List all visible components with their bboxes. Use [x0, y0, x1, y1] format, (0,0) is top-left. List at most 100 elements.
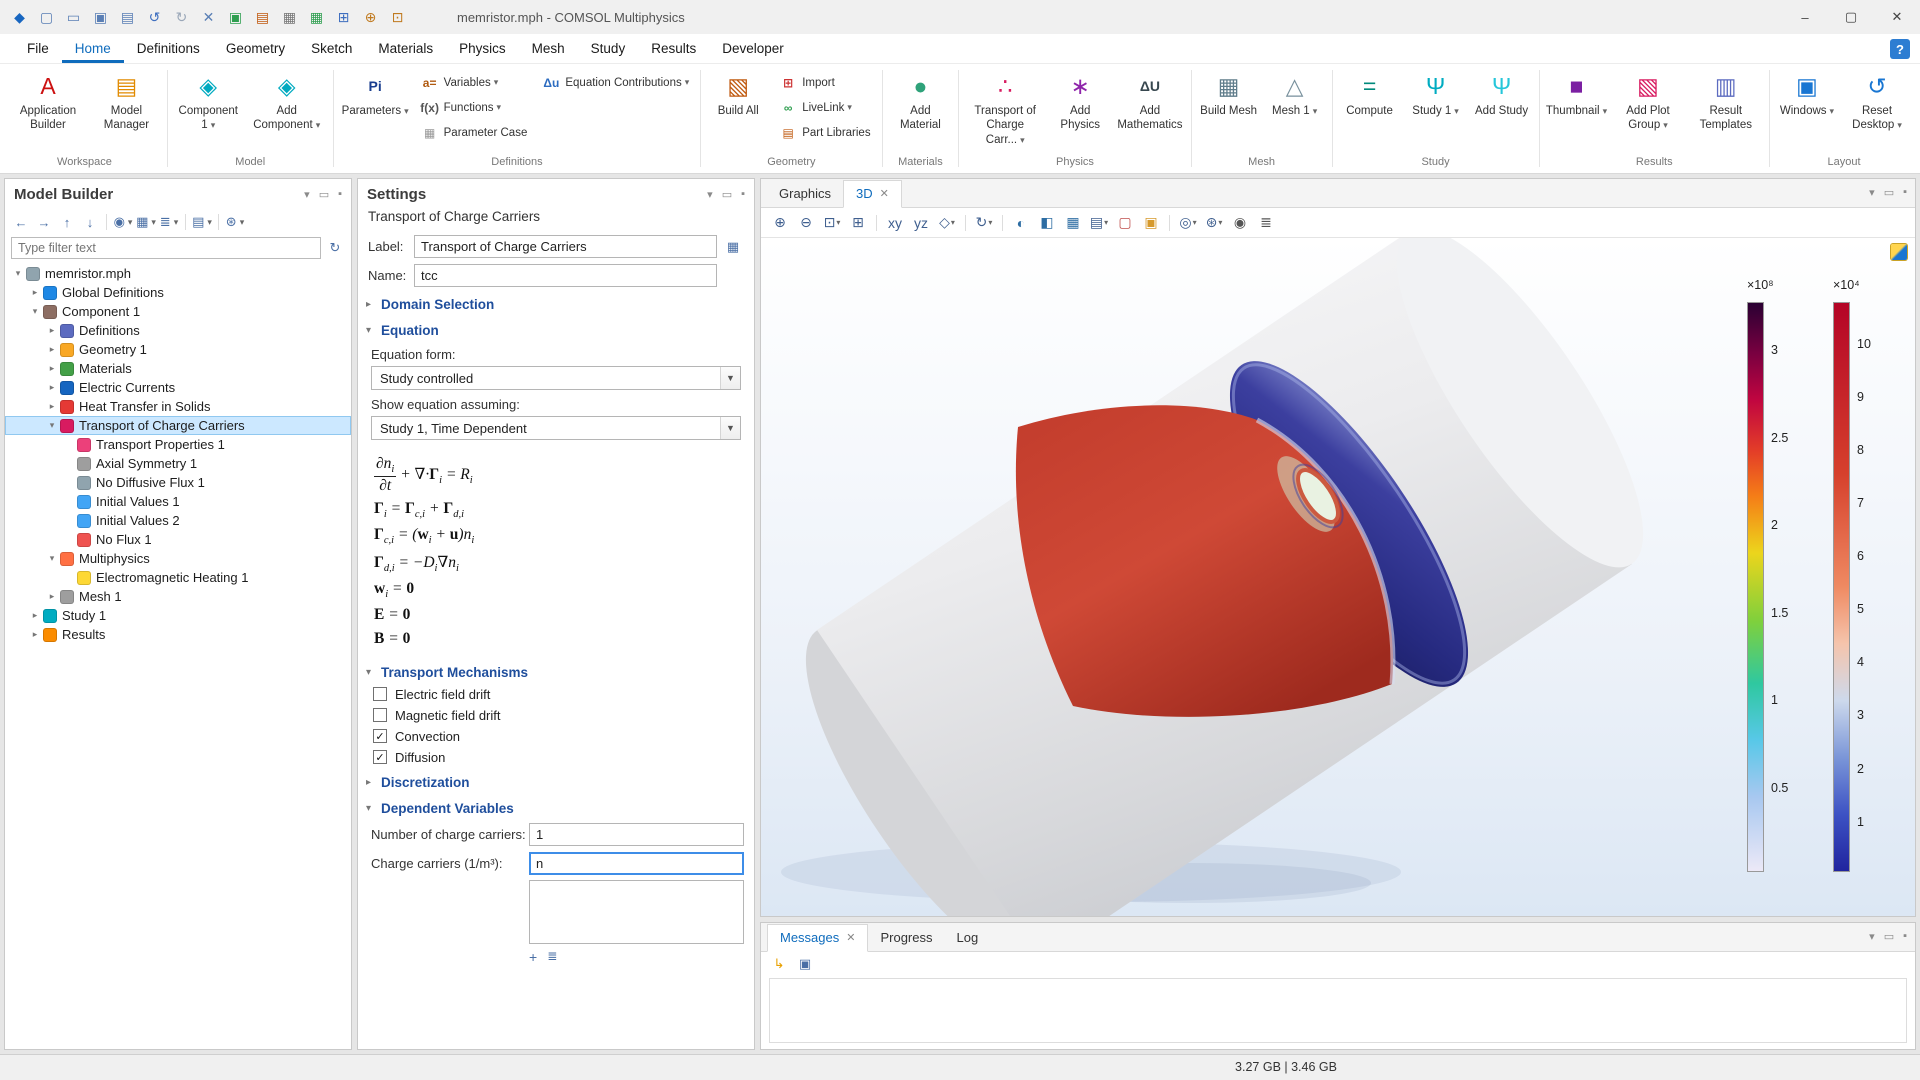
- tree-item-component-1[interactable]: ▾Component 1: [5, 302, 351, 321]
- undo-icon[interactable]: ↺: [141, 4, 168, 30]
- paste-icon[interactable]: ▤: [249, 4, 276, 30]
- section-discretization[interactable]: ▸ Discretization: [358, 768, 754, 794]
- cut-icon[interactable]: ✕: [195, 4, 222, 30]
- ribbon-thumbnail-button[interactable]: ■Thumbnail▾: [1543, 66, 1609, 156]
- environment-icon[interactable]: ◧: [1036, 212, 1058, 234]
- ribbon-equation-contributions-button[interactable]: ΔuEquation Contributions▾: [534, 70, 696, 95]
- back-icon[interactable]: ←: [11, 212, 31, 232]
- plot-corner-icon[interactable]: [1891, 244, 1907, 260]
- pin-panel-icon[interactable]: ▪: [1903, 186, 1907, 199]
- comsol-logo-icon[interactable]: ◆: [6, 4, 33, 30]
- move-up-icon[interactable]: ↑: [57, 212, 77, 232]
- tree-expand-icon[interactable]: ▸: [45, 363, 59, 374]
- section-domain-selection[interactable]: ▸ Domain Selection: [358, 290, 754, 316]
- tree-item-electric-currents[interactable]: ▸Electric Currents: [5, 378, 351, 397]
- maximize-button[interactable]: ▢: [1828, 0, 1874, 34]
- section-transport-mechanisms[interactable]: ▾ Transport Mechanisms: [358, 658, 754, 684]
- copy-icon[interactable]: ▣: [222, 4, 249, 30]
- ribbon-tab-materials[interactable]: Materials: [365, 34, 446, 63]
- ribbon-result-templates-button[interactable]: ▥Result Templates: [1687, 66, 1766, 156]
- ribbon-add-physics-button[interactable]: ∗Add Physics: [1047, 66, 1113, 156]
- ribbon-application-builder-button[interactable]: AApplication Builder: [6, 66, 90, 156]
- tree-expand-icon[interactable]: ▸: [45, 325, 59, 336]
- tree-expand-icon[interactable]: ▸: [45, 591, 59, 602]
- tab-progress[interactable]: Progress: [868, 925, 944, 951]
- grid-icon[interactable]: ⊞: [330, 4, 357, 30]
- tree-item-global-definitions[interactable]: ▸Global Definitions: [5, 283, 351, 302]
- close-button[interactable]: ✕: [1874, 0, 1920, 34]
- tree-item-no-diffusive-flux-1[interactable]: No Diffusive Flux 1: [5, 473, 351, 492]
- float-panel-icon[interactable]: ▭: [319, 188, 329, 201]
- tree-item-heat-transfer-in-solids[interactable]: ▸Heat Transfer in Solids: [5, 397, 351, 416]
- tree-collapse-icon[interactable]: ▾: [11, 268, 25, 279]
- label-input[interactable]: [414, 235, 717, 258]
- tree-item-memristor-mph[interactable]: ▾memristor.mph: [5, 264, 351, 283]
- ribbon-tab-physics[interactable]: Physics: [446, 34, 519, 63]
- tree-item-initial-values-2[interactable]: Initial Values 2: [5, 511, 351, 530]
- ribbon-parameters-button[interactable]: PiParameters▾: [338, 66, 413, 156]
- zoom-fit-icon[interactable]: ⊡: [384, 4, 411, 30]
- ribbon-compute-button[interactable]: =Compute: [1337, 66, 1403, 156]
- 3d-scene[interactable]: [761, 238, 1915, 916]
- ribbon-add-material-button[interactable]: ●Add Material: [887, 66, 955, 156]
- checkbox-unchecked[interactable]: [373, 687, 387, 701]
- go-to-source-icon[interactable]: ↳: [769, 954, 789, 974]
- save-icon[interactable]: ▣: [87, 4, 114, 30]
- redo-icon[interactable]: ↻: [168, 4, 195, 30]
- tree-item-transport-properties-1[interactable]: Transport Properties 1: [5, 435, 351, 454]
- ribbon-variables-button[interactable]: a=Variables▾: [413, 70, 535, 95]
- tree-expand-icon[interactable]: ▸: [28, 610, 42, 621]
- ribbon-tab-geometry[interactable]: Geometry: [213, 34, 298, 63]
- panel-menu-icon[interactable]: ▾: [707, 188, 713, 201]
- ribbon-parameter-case-button[interactable]: ▦Parameter Case: [413, 120, 535, 145]
- go-to-yz-view-icon[interactable]: yz: [910, 212, 932, 234]
- tree-expand-icon[interactable]: ▸: [28, 287, 42, 298]
- copy-text-icon[interactable]: ▣: [795, 954, 815, 974]
- panel-menu-icon[interactable]: ▾: [304, 188, 310, 201]
- ribbon-part-libraries-button[interactable]: ▤Part Libraries: [771, 120, 877, 145]
- tree-item-multiphysics[interactable]: ▾Multiphysics: [5, 549, 351, 568]
- scene-light-icon[interactable]: ◐: [1010, 212, 1032, 234]
- tree-item-electromagnetic-heating-1[interactable]: Electromagnetic Heating 1: [5, 568, 351, 587]
- ribbon-mesh-1-button[interactable]: △Mesh 1▾: [1262, 66, 1328, 156]
- ribbon-add-study-button[interactable]: ΨAdd Study: [1469, 66, 1535, 156]
- show-icon[interactable]: ◉▾: [113, 212, 133, 232]
- float-panel-icon[interactable]: ▭: [722, 188, 732, 201]
- refresh-plot-icon[interactable]: ↻▾: [973, 212, 995, 234]
- collapse-tree-icon[interactable]: ▦▾: [136, 212, 156, 232]
- filter-input[interactable]: [11, 237, 321, 259]
- equation-form-select[interactable]: Study controlled ▼: [371, 366, 741, 390]
- num-carriers-input[interactable]: [529, 823, 744, 846]
- ribbon-component-1-button[interactable]: ◈Component 1▾: [172, 66, 245, 156]
- ribbon-tab-definitions[interactable]: Definitions: [124, 34, 213, 63]
- ribbon-tab-results[interactable]: Results: [638, 34, 709, 63]
- add-row-button[interactable]: +: [529, 949, 537, 965]
- graphics-canvas[interactable]: ×10⁸ 32.521.510.5 ×10⁴ 10987654321: [761, 238, 1915, 916]
- ribbon-add-plot-group-button[interactable]: ▧Add Plot Group▾: [1609, 66, 1686, 156]
- rename-icon[interactable]: ▦: [722, 236, 744, 258]
- tree-collapse-icon[interactable]: ▾: [28, 306, 42, 317]
- checkbox-checked[interactable]: ✓: [373, 750, 387, 764]
- ribbon-add-mathematics-button[interactable]: ΔUAdd Mathematics: [1113, 66, 1186, 156]
- tree-item-initial-values-1[interactable]: Initial Values 1: [5, 492, 351, 511]
- open-file-icon[interactable]: ▭: [60, 4, 87, 30]
- panel-menu-icon[interactable]: ▾: [1869, 930, 1875, 943]
- ribbon-tab-mesh[interactable]: Mesh: [519, 34, 578, 63]
- panel-menu-icon[interactable]: ▾: [1869, 186, 1875, 199]
- ribbon-functions-button[interactable]: f(x)Functions▾: [413, 95, 535, 120]
- ribbon-tab-file[interactable]: File: [14, 34, 62, 63]
- refresh-filter-icon[interactable]: ↻: [325, 238, 345, 258]
- tree-expand-icon[interactable]: ▸: [45, 382, 59, 393]
- tree-expand-icon[interactable]: ▸: [28, 629, 42, 640]
- carriers-listbox[interactable]: [529, 880, 744, 944]
- ribbon-model-manager-button[interactable]: ▤Model Manager: [90, 66, 163, 156]
- float-panel-icon[interactable]: ▭: [1884, 186, 1894, 199]
- ribbon-tab-home[interactable]: Home: [62, 34, 124, 63]
- table-view-icon[interactable]: ▦: [1062, 212, 1084, 234]
- image-snapshot-icon[interactable]: ◉: [1229, 212, 1251, 234]
- delete-icon[interactable]: ▦: [276, 4, 303, 30]
- ribbon-transport-of-charge-carr-button[interactable]: ∴Transport of Charge Carr...▾: [963, 66, 1047, 156]
- ribbon-tab-study[interactable]: Study: [578, 34, 639, 63]
- tree-collapse-icon[interactable]: ▾: [45, 553, 59, 564]
- tree-table-icon[interactable]: ▤▾: [192, 212, 212, 232]
